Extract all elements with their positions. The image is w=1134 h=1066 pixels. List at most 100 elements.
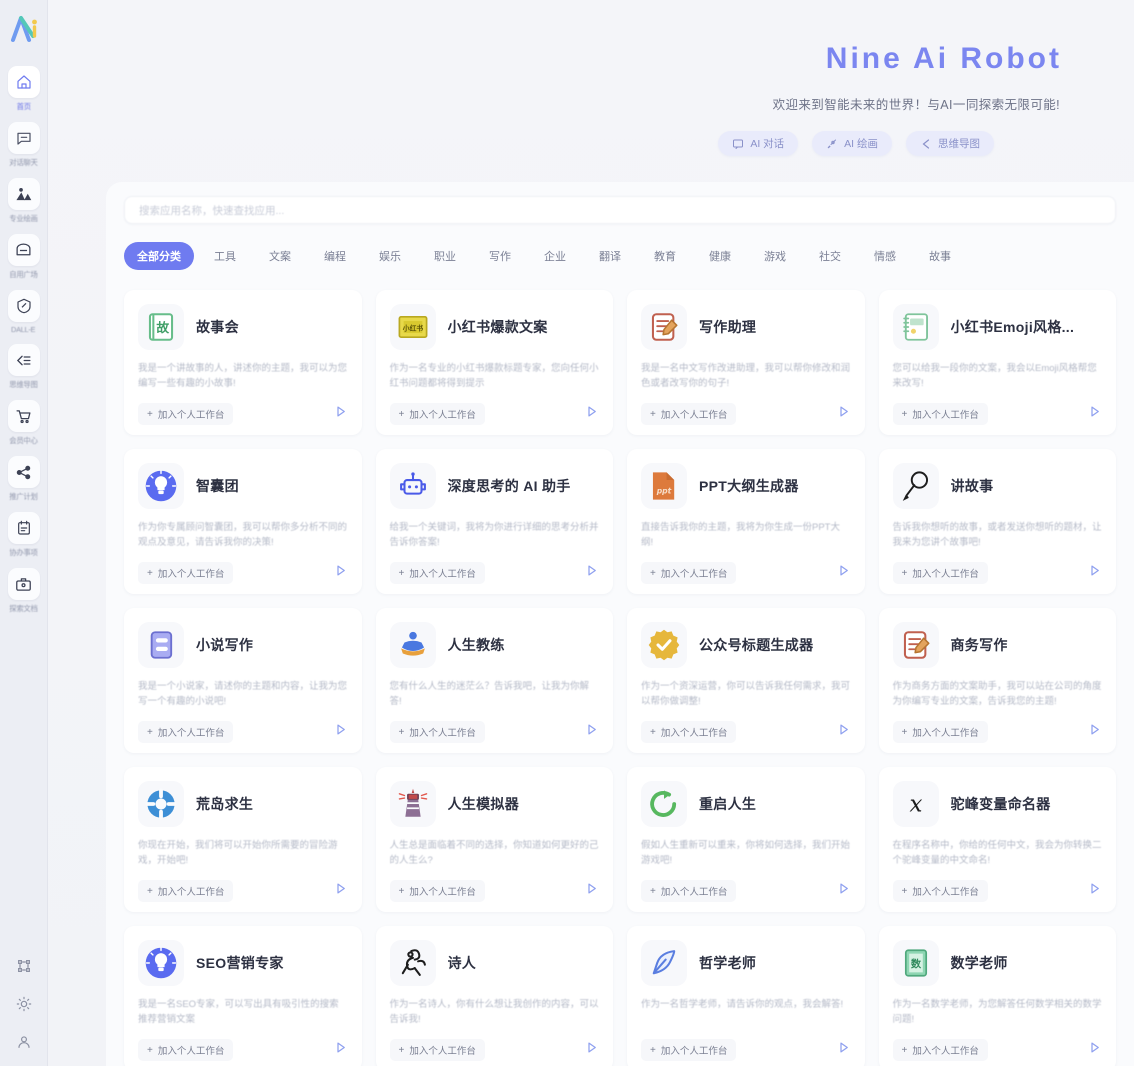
card-title: 驼峰变量命名器 bbox=[950, 796, 1051, 812]
play-triangle-icon[interactable] bbox=[584, 1040, 599, 1060]
play-triangle-icon[interactable] bbox=[1087, 563, 1102, 583]
sidebar-item-square[interactable]: 自用广场 bbox=[1, 234, 47, 280]
sidebar-item-drawing[interactable]: 专业绘画 bbox=[1, 178, 47, 224]
green-book-icon: 故 bbox=[138, 304, 184, 350]
hero-chip-ai-drawing[interactable]: AI 绘画 bbox=[812, 131, 892, 156]
play-triangle-icon[interactable] bbox=[1087, 881, 1102, 901]
play-triangle-icon[interactable] bbox=[836, 722, 851, 742]
play-triangle-icon[interactable] bbox=[333, 1040, 348, 1060]
sidebar-item-docs[interactable]: 探索文档 bbox=[1, 568, 47, 614]
app-card[interactable]: 商务写作 作为商务方面的文案助手，我可以站在公司的角度为你编写专业的文案，告诉我您… bbox=[878, 608, 1116, 753]
add-to-workspace-button[interactable]: + 加入个人工作台 bbox=[138, 721, 234, 743]
add-to-workspace-button[interactable]: + 加入个人工作台 bbox=[641, 562, 737, 584]
app-card[interactable]: 哲学老师 作为一名哲学老师，请告诉你的观点，我会解答! + 加入个人工作台 bbox=[627, 926, 865, 1066]
add-to-workspace-button[interactable]: + 加入个人工作台 bbox=[892, 562, 988, 584]
sun-icon[interactable] bbox=[12, 992, 36, 1016]
play-triangle-icon[interactable] bbox=[1087, 404, 1102, 424]
add-to-workspace-button[interactable]: + 加入个人工作台 bbox=[138, 562, 234, 584]
add-to-workspace-button[interactable]: + 加入个人工作台 bbox=[138, 403, 234, 425]
add-to-workspace-button[interactable]: + 加入个人工作台 bbox=[641, 721, 737, 743]
tab-tools[interactable]: 工具 bbox=[201, 242, 249, 270]
app-card[interactable]: 讲故事 告诉我你想听的故事，或者发送你想听的题材，让我来为您讲个故事吧! + 加入个人… bbox=[878, 449, 1116, 594]
sidebar-item-home[interactable]: 首页 bbox=[1, 66, 47, 112]
app-card[interactable]: 小说写作 我是一个小说家，请述你的主题和内容，让我为您写一个有趣的小说吧! + 加入个… bbox=[124, 608, 362, 753]
plus-icon: + bbox=[147, 726, 153, 738]
play-triangle-icon[interactable] bbox=[333, 722, 348, 742]
hero-chip-mindmap[interactable]: 思维导图 bbox=[906, 131, 994, 156]
tab-all[interactable]: 全部分类 bbox=[124, 242, 194, 270]
add-to-workspace-label: 加入个人工作台 bbox=[157, 1046, 225, 1057]
app-card[interactable]: 荒岛求生 你现在开始，我们将可以开始你所需要的冒险游戏，开始吧! + 加入个人工作台 bbox=[124, 767, 362, 912]
tab-games[interactable]: 游戏 bbox=[751, 242, 799, 270]
sidebar-item-tasks[interactable]: 协办事项 bbox=[1, 512, 47, 558]
tab-business[interactable]: 企业 bbox=[531, 242, 579, 270]
apps-icon[interactable] bbox=[12, 954, 36, 978]
app-card[interactable]: 数 数学老师 作为一名数学老师，为您解答任何数学相关的数学问题! + 加入个人工作台 bbox=[878, 926, 1116, 1066]
app-card[interactable]: 人生模拟器 人生总是面临着不同的选择，你知道如何更好的己的人生么? + 加入个人工作台 bbox=[375, 767, 613, 912]
play-triangle-icon[interactable] bbox=[333, 404, 348, 424]
play-triangle-icon[interactable] bbox=[333, 881, 348, 901]
tab-health[interactable]: 健康 bbox=[696, 242, 744, 270]
tab-copy[interactable]: 文案 bbox=[256, 242, 304, 270]
tab-ent[interactable]: 娱乐 bbox=[366, 242, 414, 270]
play-triangle-icon[interactable] bbox=[584, 404, 599, 424]
app-card[interactable]: 人生教练 您有什么人生的迷茫么？告诉我吧，让我为你解答! + 加入个人工作台 bbox=[375, 608, 613, 753]
app-card[interactable]: 重启人生 假如人生重新可以重来，你将如何选择，我们开始游戏吧! + 加入个人工作台 bbox=[627, 767, 865, 912]
add-to-workspace-button[interactable]: + 加入个人工作台 bbox=[641, 403, 737, 425]
sidebar-item-chat[interactable]: 对话聊天 bbox=[1, 122, 47, 168]
add-to-workspace-button[interactable]: + 加入个人工作台 bbox=[892, 403, 988, 425]
tab-translate[interactable]: 翻译 bbox=[586, 242, 634, 270]
app-card[interactable]: 小红书Emoji风格... 您可以给我一段你的文案，我会以Emoji风格帮您来改写… bbox=[878, 290, 1116, 435]
play-triangle-icon[interactable] bbox=[1087, 722, 1102, 742]
add-to-workspace-button[interactable]: + 加入个人工作台 bbox=[389, 562, 485, 584]
play-triangle-icon[interactable] bbox=[836, 881, 851, 901]
app-card[interactable]: SEO营销专家 我是一名SEO专家，可以写出具有吸引性的搜索推荐营销文案 + 加入个人… bbox=[124, 926, 362, 1066]
sidebar-item-promotion[interactable]: 推广计划 bbox=[1, 456, 47, 502]
play-triangle-icon[interactable] bbox=[584, 722, 599, 742]
app-card[interactable]: ppt PPT大纲生成器 直接告诉我你的主题，我将为你生成一份PPT大纲! + 加入个人… bbox=[627, 449, 865, 594]
tab-emotion[interactable]: 情感 bbox=[861, 242, 909, 270]
tab-education[interactable]: 教育 bbox=[641, 242, 689, 270]
app-card[interactable]: x 驼峰变量命名器 在程序名称中，你给的任何中文，我会为你转换二个驼峰变量的中文命名… bbox=[878, 767, 1116, 912]
page-title: Nine Ai Robot bbox=[825, 42, 1062, 75]
tab-story[interactable]: 故事 bbox=[916, 242, 964, 270]
app-card[interactable]: 故 故事会 我是一个讲故事的人，讲述你的主题，我可以为您编写一些有趣的小故事! + 加入… bbox=[124, 290, 362, 435]
app-card[interactable]: 深度思考的 AI 助手 给我一个关键词，我将为你进行详细的思考分析并告诉你答案! +… bbox=[375, 449, 613, 594]
app-card[interactable]: 公众号标题生成器 作为一个资深运营，你可以告诉我任何需求，我可以帮你做调整! + 加入… bbox=[627, 608, 865, 753]
add-to-workspace-button[interactable]: + 加入个人工作台 bbox=[138, 880, 234, 902]
sidebar-item-member[interactable]: 会员中心 bbox=[1, 400, 47, 446]
tab-coding[interactable]: 编程 bbox=[311, 242, 359, 270]
play-triangle-icon[interactable] bbox=[584, 563, 599, 583]
add-to-workspace-button[interactable]: + 加入个人工作台 bbox=[389, 880, 485, 902]
app-card[interactable]: 智囊团 作为你专属顾问智囊团，我可以帮你多分析不同的观点及意见，请告诉我你的决策!… bbox=[124, 449, 362, 594]
app-card[interactable]: 诗人 作为一名诗人，你有什么想让我创作的内容，可以告诉我! + 加入个人工作台 bbox=[375, 926, 613, 1066]
sidebar-item-mindmap[interactable]: 思维导图 bbox=[1, 344, 47, 390]
tab-career[interactable]: 职业 bbox=[421, 242, 469, 270]
add-to-workspace-button[interactable]: + 加入个人工作台 bbox=[892, 1039, 988, 1061]
app-card[interactable]: 写作助理 我是一名中文写作改进助理，我可以帮你修改和润色或者改写你的句子! + 加入个… bbox=[627, 290, 865, 435]
user-icon[interactable] bbox=[12, 1030, 36, 1054]
tab-writing[interactable]: 写作 bbox=[476, 242, 524, 270]
plus-icon: + bbox=[650, 1044, 656, 1056]
search-input[interactable]: 搜索应用名称，快速查找应用... bbox=[124, 196, 1116, 224]
play-triangle-icon[interactable] bbox=[836, 404, 851, 424]
add-to-workspace-button[interactable]: + 加入个人工作台 bbox=[389, 721, 485, 743]
tab-social[interactable]: 社交 bbox=[806, 242, 854, 270]
add-to-workspace-button[interactable]: + 加入个人工作台 bbox=[138, 1039, 234, 1061]
play-triangle-icon[interactable] bbox=[836, 1040, 851, 1060]
add-to-workspace-button[interactable]: + 加入个人工作台 bbox=[389, 1039, 485, 1061]
add-to-workspace-button[interactable]: + 加入个人工作台 bbox=[389, 403, 485, 425]
add-to-workspace-button[interactable]: + 加入个人工作台 bbox=[641, 1039, 737, 1061]
nine-ai-logo-icon[interactable] bbox=[6, 8, 42, 50]
add-to-workspace-button[interactable]: + 加入个人工作台 bbox=[892, 880, 988, 902]
play-triangle-icon[interactable] bbox=[584, 881, 599, 901]
app-card[interactable]: 小红书 小红书爆款文案 作为一名专业的小红书爆款标题专家，您向任何小红书问题都将得到… bbox=[375, 290, 613, 435]
add-to-workspace-button[interactable]: + 加入个人工作台 bbox=[892, 721, 988, 743]
card-header: 故 故事会 bbox=[138, 304, 348, 350]
hero-chip-ai-chat[interactable]: AI 对话 bbox=[718, 131, 799, 156]
play-triangle-icon[interactable] bbox=[836, 563, 851, 583]
sidebar-item-dalle[interactable]: DALL-E bbox=[1, 290, 47, 334]
play-triangle-icon[interactable] bbox=[1087, 1040, 1102, 1060]
add-to-workspace-button[interactable]: + 加入个人工作台 bbox=[641, 880, 737, 902]
play-triangle-icon[interactable] bbox=[333, 563, 348, 583]
